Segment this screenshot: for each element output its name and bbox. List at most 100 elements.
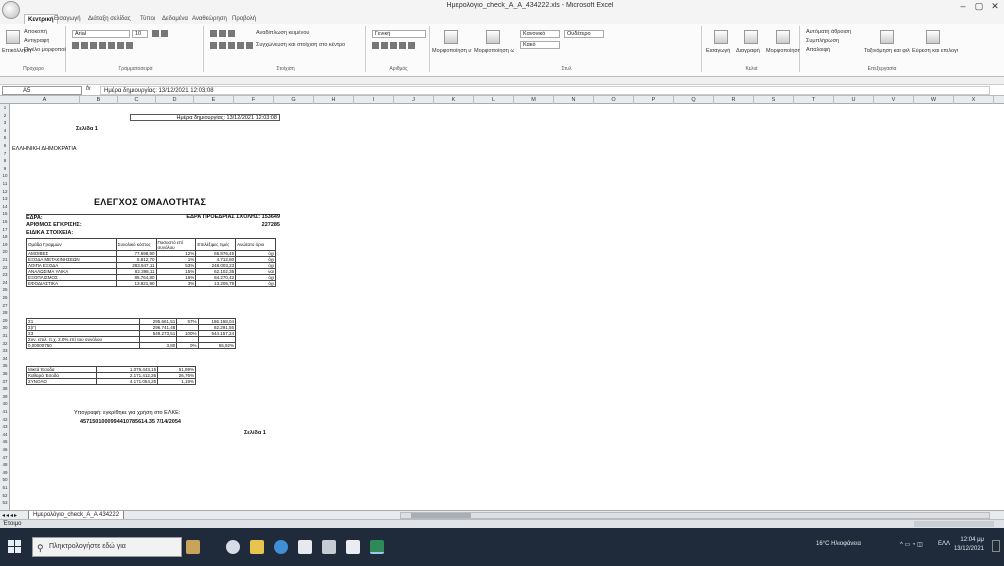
table-cell[interactable]: 13.921,90 [115, 280, 157, 287]
column-header[interactable]: R [714, 96, 754, 104]
table-cell[interactable]: 1,19% [157, 378, 196, 385]
row-header[interactable]: 32 [0, 340, 10, 347]
row-header[interactable]: 19 [0, 241, 10, 248]
column-header[interactable]: U [834, 96, 874, 104]
row-header[interactable]: 25 [0, 286, 10, 293]
number-format-buttons[interactable] [372, 42, 415, 50]
column-header[interactable]: N [554, 96, 594, 104]
table-cell[interactable]: 0,00000750 [26, 342, 140, 349]
row-header[interactable]: 8 [0, 157, 10, 164]
row-header[interactable]: 9 [0, 165, 10, 172]
insert-cells-button[interactable]: Εισαγωγή [706, 48, 730, 54]
notifications-icon[interactable] [992, 540, 1000, 552]
row-header[interactable]: 18 [0, 233, 10, 240]
row-header[interactable]: 21 [0, 256, 10, 263]
table-cell[interactable]: 3,80 [138, 342, 178, 349]
column-header[interactable]: Q [674, 96, 714, 104]
row-header[interactable]: 15 [0, 210, 10, 217]
column-header[interactable]: O [594, 96, 634, 104]
row-header[interactable]: 47 [0, 454, 10, 461]
find-select-button[interactable]: Εύρεση και επιλογή [912, 48, 958, 54]
grow-shrink-buttons[interactable] [152, 30, 168, 38]
horizontal-scrollbar[interactable] [400, 512, 990, 519]
row-header[interactable]: 17 [0, 226, 10, 233]
row-header[interactable]: 3 [0, 119, 10, 126]
store-icon[interactable] [298, 540, 312, 554]
clock[interactable]: 12:04 μμ 13/12/2021 [954, 536, 984, 554]
row-header[interactable]: 11 [0, 180, 10, 187]
font-size-select[interactable]: 10 [132, 30, 148, 38]
column-header[interactable]: G [274, 96, 314, 104]
row-header[interactable]: 16 [0, 218, 10, 225]
row-header[interactable]: 51 [0, 484, 10, 491]
column-header[interactable]: M [514, 96, 554, 104]
row-header[interactable]: 33 [0, 347, 10, 354]
close-button[interactable]: ✕ [988, 0, 1002, 12]
task-view-icon[interactable] [226, 540, 240, 554]
tab-page-layout[interactable]: Διάταξη σελίδας [88, 14, 131, 24]
table-cell[interactable]: ΕΦΟΔΙΑΣΤΙΚΑ [26, 280, 117, 287]
table-cell[interactable]: όχι [235, 280, 276, 287]
zoom-slider[interactable] [914, 521, 994, 527]
number-format-select[interactable]: Γενική [372, 30, 426, 38]
wrap-text-button[interactable]: Αναδίπλωση κειμένου [256, 30, 362, 36]
row-header[interactable]: 22 [0, 264, 10, 271]
row-header[interactable]: 26 [0, 294, 10, 301]
row-header[interactable]: 44 [0, 431, 10, 438]
row-header[interactable]: 30 [0, 324, 10, 331]
row-header[interactable]: 31 [0, 332, 10, 339]
row-header[interactable]: 14 [0, 203, 10, 210]
column-header[interactable]: K [434, 96, 474, 104]
align-top-buttons[interactable] [210, 30, 235, 38]
tab-insert[interactable]: Εισαγωγή [54, 14, 81, 24]
row-header[interactable]: 41 [0, 408, 10, 415]
row-header[interactable]: 2 [0, 112, 10, 119]
format-as-table-button[interactable]: Μορφοποίηση ως πίνακα [474, 48, 514, 54]
copy-button[interactable]: Αντιγραφή [24, 38, 49, 44]
row-header[interactable]: 38 [0, 385, 10, 392]
column-header[interactable]: C [118, 96, 156, 104]
office-button[interactable] [2, 1, 20, 19]
row-header[interactable]: 27 [0, 302, 10, 309]
row-header[interactable]: 36 [0, 370, 10, 377]
row-header[interactable]: 5 [0, 134, 10, 141]
column-header[interactable]: S [754, 96, 794, 104]
style-normal[interactable]: Κανονικό [520, 30, 560, 38]
fx-icon[interactable]: fx [86, 86, 98, 95]
taskbar-search-input[interactable]: ⚲ Πληκτρολογήστε εδώ για [32, 537, 182, 557]
table-cell[interactable]: 13.205,78 [195, 280, 237, 287]
tab-home[interactable]: Κεντρική [24, 14, 58, 24]
column-header[interactable]: J [394, 96, 434, 104]
column-header[interactable]: A [10, 96, 80, 104]
align-buttons[interactable] [210, 42, 253, 50]
row-header[interactable]: 28 [0, 309, 10, 316]
table-cell[interactable]: 4.171.054,25 [96, 378, 159, 385]
column-header[interactable]: D [156, 96, 194, 104]
tab-formulas[interactable]: Τύποι [140, 14, 155, 24]
table-cell[interactable]: 0% [176, 342, 199, 349]
column-header[interactable]: E [194, 96, 234, 104]
row-header[interactable]: 34 [0, 355, 10, 362]
maximize-button[interactable]: ▢ [972, 0, 986, 12]
style-neutral[interactable]: Ουδέτερο [564, 30, 604, 38]
row-header[interactable]: 20 [0, 248, 10, 255]
column-header[interactable]: X [954, 96, 994, 104]
format-cells-button[interactable]: Μορφοποίηση [766, 48, 800, 54]
edge-browser-icon[interactable] [274, 540, 288, 554]
row-header[interactable]: 24 [0, 279, 10, 286]
row-header[interactable]: 48 [0, 461, 10, 468]
row-header[interactable]: 52 [0, 492, 10, 499]
tab-view[interactable]: Προβολή [232, 14, 256, 24]
autosum-button[interactable]: Αυτόματη άθροιση [806, 29, 851, 35]
row-header[interactable]: 50 [0, 476, 10, 483]
column-header[interactable]: W [914, 96, 954, 104]
tab-review[interactable]: Αναθεώρηση [192, 14, 227, 24]
font-name-select[interactable]: Arial [72, 30, 130, 38]
column-header[interactable]: V [874, 96, 914, 104]
row-header[interactable]: 40 [0, 400, 10, 407]
weather-widget[interactable]: 16°C Ηλιοφάνεια [816, 541, 861, 547]
row-header[interactable]: 1 [0, 104, 10, 111]
scroll-thumb[interactable] [411, 513, 471, 518]
worksheet[interactable]: Ημέρα δημιουργίας: 13/12/2021 12:03:08 Σ… [10, 104, 1004, 510]
delete-cells-button[interactable]: Διαγραφή [736, 48, 760, 54]
